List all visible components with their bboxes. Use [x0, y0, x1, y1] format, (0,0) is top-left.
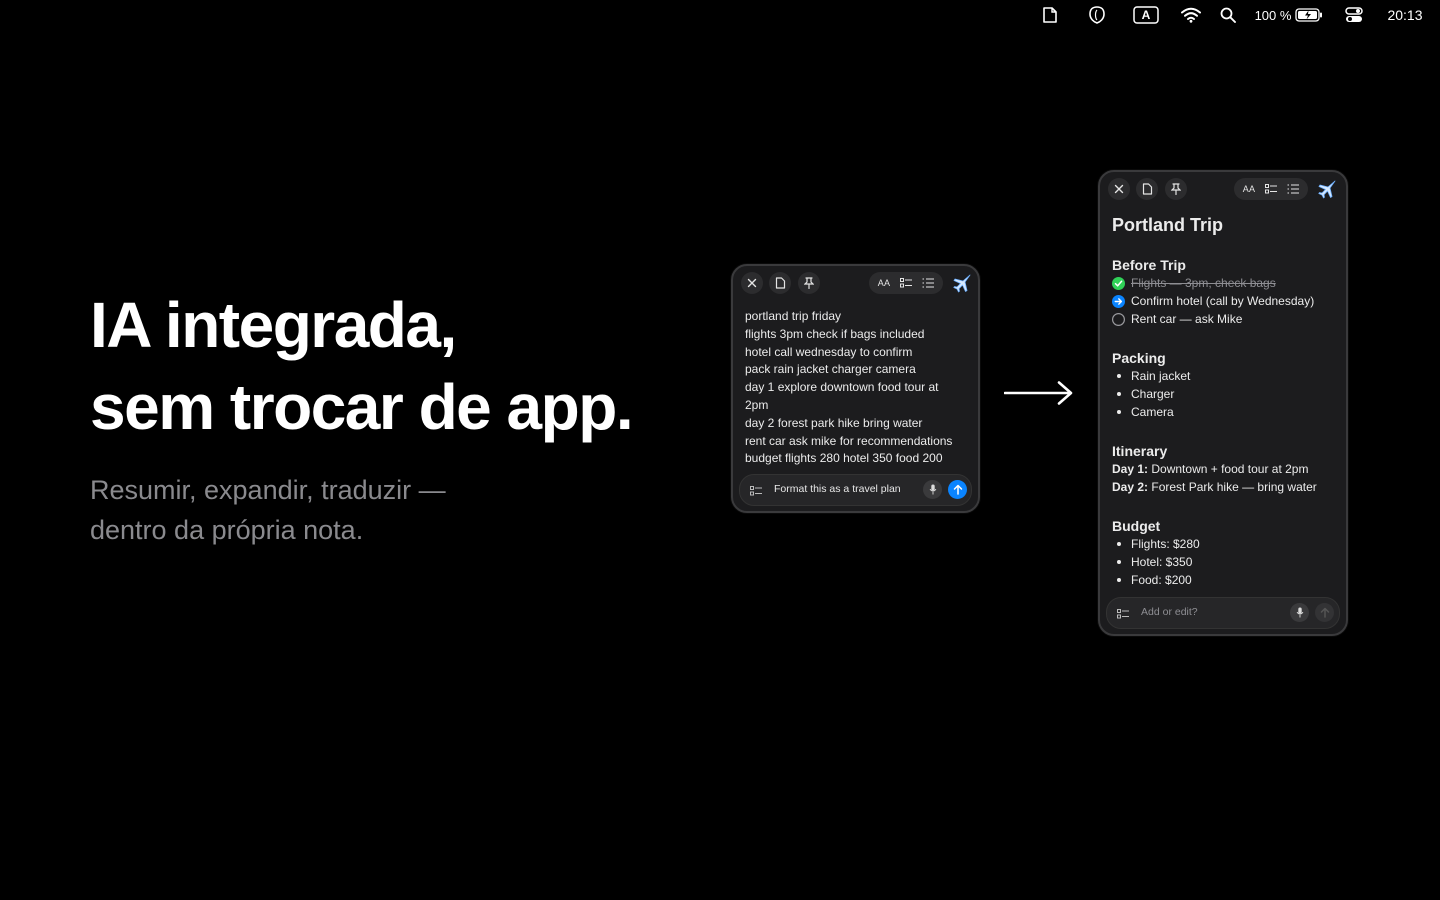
format-toolbar-group: AA	[1234, 178, 1308, 200]
section-heading: Budget	[1112, 518, 1161, 534]
day-text: Downtown + food tour at 2pm	[1151, 462, 1309, 476]
raw-note-line: budget flights 280 hotel 350 food 200	[745, 451, 943, 466]
microphone-icon[interactable]	[1290, 603, 1309, 622]
day-label: Day 2:	[1112, 480, 1149, 494]
before-trip-section: Before Trip Flights — 3pm, check bags Co…	[1112, 256, 1342, 328]
itinerary-section: Itinerary Day 1: Downtown + food tour at…	[1112, 442, 1342, 496]
checklist-icon[interactable]	[895, 272, 917, 294]
checklist-icon[interactable]	[1260, 178, 1282, 200]
subheadline-line-2: dentro da própria nota.	[90, 515, 364, 545]
formatted-note-toolbar: AA	[1108, 178, 1338, 200]
packing-section: Packing Rain jacket Charger Camera	[1112, 349, 1342, 421]
pin-icon[interactable]	[1165, 178, 1187, 200]
list-item: Hotel: $350	[1112, 553, 1342, 571]
airplane-ai-icon[interactable]	[1316, 178, 1338, 200]
transform-arrow-icon	[1004, 381, 1073, 405]
checklist-item: Flights — 3pm, check bags	[1112, 274, 1342, 292]
send-button[interactable]	[948, 480, 967, 499]
list-item: Rain jacket	[1112, 367, 1342, 385]
ai-prompt-field[interactable]: Format this as a travel plan	[739, 474, 972, 506]
text-format-button[interactable]: AA	[1238, 178, 1260, 200]
formatted-note-panel: AA Portland Trip Before Trip Flights — 3…	[1098, 170, 1348, 636]
headline-line-1: IA integrada,	[90, 289, 457, 361]
ai-prompt-text: Format this as a travel plan	[774, 483, 901, 495]
unchecked-icon[interactable]	[1112, 312, 1125, 326]
section-heading: Itinerary	[1112, 443, 1168, 459]
note-icon[interactable]	[1040, 5, 1060, 25]
in-progress-icon[interactable]	[1112, 294, 1125, 308]
microphone-icon[interactable]	[923, 480, 942, 499]
list-item: Food: $200	[1112, 571, 1342, 589]
checklist-item-text: Flights — 3pm, check bags	[1131, 276, 1276, 290]
note-title: Portland Trip	[1112, 215, 1224, 235]
headline: IA integrada, sem trocar de app.	[90, 284, 634, 448]
list-icon[interactable]	[917, 272, 939, 294]
shield-icon[interactable]	[1086, 5, 1108, 25]
wifi-icon[interactable]	[1180, 5, 1202, 25]
raw-note-panel: AA portland trip friday flights 3pm chec…	[731, 264, 980, 513]
list-icon[interactable]	[1282, 178, 1304, 200]
raw-note-line: hotel call wednesday to confirm	[745, 344, 913, 359]
document-icon[interactable]	[1136, 178, 1158, 200]
section-heading: Packing	[1112, 350, 1166, 366]
raw-note-line: day 1 explore downtown food tour at	[745, 380, 939, 395]
raw-note-line: pack rain jacket charger camera	[745, 362, 916, 377]
list-item: Charger	[1112, 385, 1342, 403]
ai-prompt-field[interactable]: Add or edit?	[1106, 597, 1340, 629]
send-button[interactable]	[1315, 603, 1334, 622]
ai-prompt-placeholder: Add or edit?	[1141, 606, 1198, 618]
control-center-icon[interactable]	[1344, 5, 1364, 25]
raw-note-line: day 2 forest park hike bring water	[745, 415, 923, 430]
budget-section: Budget Flights: $280 Hotel: $350 Food: $…	[1112, 517, 1342, 589]
raw-note-body[interactable]: portland trip friday flights 3pm check i…	[745, 308, 965, 468]
text-format-button[interactable]: AA	[873, 272, 895, 294]
checklist-item: Confirm hotel (call by Wednesday)	[1112, 292, 1342, 310]
formatted-note-body[interactable]: Portland Trip Before Trip Flights — 3pm,…	[1112, 212, 1342, 587]
raw-note-line: 2pm	[745, 397, 769, 412]
airplane-ai-icon[interactable]	[951, 272, 973, 294]
subheadline: Resumir, expandir, traduzir — dentro da …	[90, 470, 446, 550]
pin-icon[interactable]	[798, 272, 820, 294]
day-label: Day 1:	[1112, 462, 1149, 476]
list-item: Camera	[1112, 403, 1342, 421]
format-toolbar-group: AA	[869, 272, 943, 294]
search-icon[interactable]	[1219, 5, 1237, 25]
checklist-item-text: Rent car — ask Mike	[1131, 312, 1243, 326]
close-icon[interactable]	[741, 272, 763, 294]
raw-note-line: portland trip friday	[745, 309, 842, 323]
headline-line-2: sem trocar de app.	[90, 371, 634, 443]
day-text: Forest Park hike — bring water	[1151, 480, 1317, 494]
input-source-label: A	[1141, 8, 1151, 22]
close-icon[interactable]	[1108, 178, 1130, 200]
subheadline-line-1: Resumir, expandir, traduzir —	[90, 475, 446, 505]
raw-note-line: flights 3pm check if bags included	[745, 326, 925, 341]
section-heading: Before Trip	[1112, 257, 1186, 273]
prompt-options-icon[interactable]	[1117, 606, 1129, 624]
input-source-icon[interactable]: A	[1133, 5, 1159, 25]
list-item: Flights: $280	[1112, 535, 1342, 553]
battery-percent: 100 %	[1254, 7, 1292, 23]
prompt-options-icon[interactable]	[750, 483, 762, 501]
itinerary-day: Day 2: Forest Park hike — bring water	[1112, 478, 1342, 496]
itinerary-day: Day 1: Downtown + food tour at 2pm	[1112, 460, 1342, 478]
document-icon[interactable]	[769, 272, 791, 294]
checklist-item: Rent car — ask Mike	[1112, 310, 1342, 328]
menu-bar-clock: 20:13	[1387, 7, 1423, 23]
raw-note-toolbar: AA	[741, 272, 973, 294]
battery-icon[interactable]	[1294, 5, 1324, 25]
checked-icon[interactable]	[1112, 276, 1125, 290]
checklist-item-text: Confirm hotel (call by Wednesday)	[1131, 294, 1315, 308]
raw-note-line: rent car ask mike for recommendations	[745, 433, 953, 448]
